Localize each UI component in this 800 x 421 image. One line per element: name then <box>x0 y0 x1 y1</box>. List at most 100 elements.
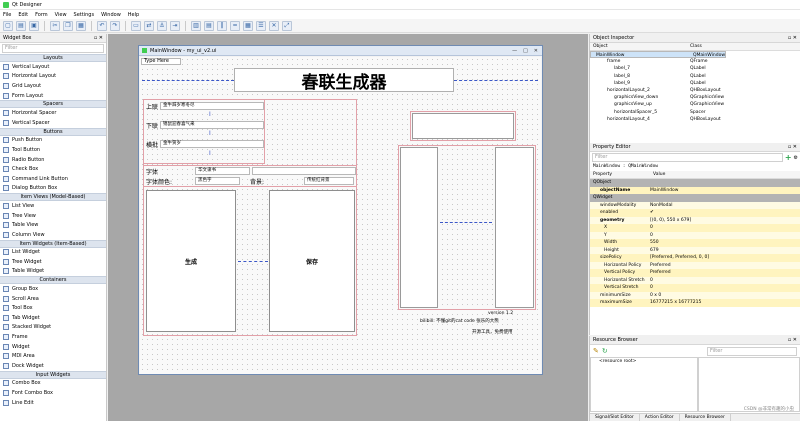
property-row[interactable]: windowModality NonModal <box>590 201 800 209</box>
object-tree-row[interactable]: horizontalSpacer_5 Spacer <box>590 109 800 116</box>
widget-category[interactable]: Item Widgets (Item-Based) <box>0 239 106 248</box>
object-tree-row[interactable]: label_8 QLabel <box>590 73 800 80</box>
open-icon[interactable]: ▤ <box>16 20 26 31</box>
property-row[interactable]: Vertical Stretch 0 <box>590 284 800 292</box>
edit-buddies-icon[interactable]: ⚓ <box>157 20 167 31</box>
object-tree-row[interactable]: label_9 QLabel <box>590 80 800 87</box>
edit-tab-order-icon[interactable]: ⇥ <box>170 20 180 31</box>
save-icon[interactable]: ▣ <box>29 20 39 31</box>
widget-item[interactable]: List View <box>0 201 106 211</box>
widget-item[interactable]: Tree Widget <box>0 257 106 267</box>
new-icon[interactable]: ▢ <box>3 20 13 31</box>
layout-v-icon[interactable]: ▤ <box>204 20 214 31</box>
vertical-spacer[interactable]: I <box>209 111 211 118</box>
widget-item[interactable]: Dock Widget <box>0 361 106 371</box>
dock-close-icon[interactable]: ▫ ✕ <box>788 144 797 150</box>
menu-file[interactable]: File <box>3 12 11 18</box>
layout-v-splitter-icon[interactable]: ═ <box>230 20 240 31</box>
property-row[interactable]: maximumSize 16777215 x 16777215 <box>590 299 800 307</box>
minimize-icon[interactable]: — <box>512 48 517 54</box>
widget-item[interactable]: Vertical Layout <box>0 62 106 72</box>
object-tree-row[interactable]: horizontalLayout_4 QHBoxLayout <box>590 116 800 123</box>
dock-close-icon[interactable]: ▫ ✕ <box>94 35 103 41</box>
property-row[interactable]: minimumSize 0 x 0 <box>590 291 800 299</box>
widget-item[interactable]: Form Layout <box>0 91 106 101</box>
redo-icon[interactable]: ↷ <box>110 20 120 31</box>
resource-filter-input[interactable]: Filter <box>707 346 797 356</box>
property-row[interactable]: Horizontal Policy Preferred <box>590 261 800 269</box>
property-row[interactable]: sizePolicy [Preferred, Preferred, 0, 0] <box>590 254 800 262</box>
property-row[interactable]: geometry [(0, 0), 550 x 679] <box>590 216 800 224</box>
property-row[interactable]: Width 550 <box>590 239 800 247</box>
add-property-icon[interactable]: + <box>785 153 792 162</box>
property-row[interactable]: Horizontal Stretch 0 <box>590 276 800 284</box>
maximize-icon[interactable]: □ <box>523 48 528 54</box>
up-line-edit[interactable]: 金牛辞岁寒冬尽 <box>160 102 264 110</box>
widget-item[interactable]: Vertical Spacer <box>0 118 106 128</box>
widget-item[interactable]: Font Combo Box <box>0 388 106 398</box>
widget-category[interactable]: Item Views (Model-Based) <box>0 193 106 202</box>
horizontal-spacer[interactable] <box>440 222 492 226</box>
object-tree-row[interactable]: label_7 QLabel <box>590 65 800 72</box>
property-row[interactable]: QWidget <box>590 194 800 202</box>
widget-item[interactable]: MDI Area <box>0 351 106 361</box>
adjust-size-icon[interactable]: ⤢ <box>282 20 292 31</box>
widget-category[interactable]: Buttons <box>0 127 106 136</box>
widget-item[interactable]: Combo Box <box>0 379 106 389</box>
widget-item[interactable]: Tree View <box>0 211 106 221</box>
banner-label[interactable]: 春联生成器 <box>234 68 454 93</box>
save-button[interactable]: 保存 <box>269 190 355 332</box>
edit-widgets-icon[interactable]: ▭ <box>131 20 141 31</box>
edit-signals-icon[interactable]: ⇄ <box>144 20 154 31</box>
widget-item[interactable]: Scroll Area <box>0 294 106 304</box>
resource-contents[interactable] <box>698 357 800 412</box>
generate-button[interactable]: 生成 <box>146 190 236 332</box>
tab-resource-browser[interactable]: Resource Browser <box>680 414 731 421</box>
font-extra-field[interactable] <box>252 167 356 175</box>
widget-item[interactable]: Radio Button <box>0 155 106 165</box>
property-row[interactable]: Y0 <box>590 231 800 239</box>
form-window[interactable]: MainWindow - my_ui_v2.ui — □ ✕ Type Here… <box>138 45 543 375</box>
form-canvas[interactable]: Type Here 春联生成器 上联 金牛辞岁寒冬尽 I 下联 锦鼠迎春喜气来 … <box>140 57 541 374</box>
copy-icon[interactable]: ❐ <box>63 20 73 31</box>
wrench-icon[interactable]: ⚙ <box>794 155 798 161</box>
graphics-view-down[interactable] <box>400 147 438 308</box>
widget-item[interactable]: Table Widget <box>0 267 106 277</box>
widget-category[interactable]: Containers <box>0 276 106 285</box>
tab-signal-slot-editor[interactable]: Signal/Slot Editor <box>590 414 640 421</box>
widget-category[interactable]: Spacers <box>0 100 106 109</box>
widget-item[interactable]: List Widget <box>0 248 106 258</box>
widget-category[interactable]: Input Widgets <box>0 370 106 379</box>
type-here-menu[interactable]: Type Here <box>141 58 181 65</box>
property-row[interactable]: Height 679 <box>590 246 800 254</box>
widget-category[interactable]: Layouts <box>0 54 106 62</box>
widget-item[interactable]: Line Edit <box>0 398 106 408</box>
form-window-titlebar[interactable]: MainWindow - my_ui_v2.ui — □ ✕ <box>139 46 542 56</box>
bg-combobox[interactable]: 传统红背景 <box>304 177 354 185</box>
property-row[interactable]: Vertical Policy Preferred <box>590 269 800 277</box>
resource-tree[interactable]: <resource root> <box>590 357 698 412</box>
layout-form-icon[interactable]: ☰ <box>256 20 266 31</box>
menu-form[interactable]: Form <box>35 12 48 18</box>
window-controls[interactable]: — □ ✕ <box>512 48 542 54</box>
widget-item[interactable]: Frame <box>0 332 106 342</box>
menu-help[interactable]: Help <box>128 12 139 18</box>
horizontal-spacer[interactable] <box>454 80 538 84</box>
widget-item[interactable]: Push Button <box>0 136 106 146</box>
font-combobox[interactable]: 华文隶书 <box>195 167 250 175</box>
menu-view[interactable]: View <box>55 12 67 18</box>
close-icon[interactable]: ✕ <box>534 48 538 54</box>
object-tree-row[interactable]: horizontalLayout_2 QHBoxLayout <box>590 87 800 94</box>
widget-item[interactable]: Tool Button <box>0 145 106 155</box>
widget-item[interactable]: Group Box <box>0 284 106 294</box>
property-filter-input[interactable]: Filter <box>592 153 783 162</box>
break-layout-icon[interactable]: ✕ <box>269 20 279 31</box>
paste-icon[interactable]: ▦ <box>76 20 86 31</box>
property-row[interactable]: enabled ✔ <box>590 209 800 217</box>
layout-grid-icon[interactable]: ▦ <box>243 20 253 31</box>
object-tree-row[interactable]: frame QFrame <box>590 58 800 65</box>
property-row[interactable]: X0 <box>590 224 800 232</box>
property-row[interactable]: QObject <box>590 179 800 187</box>
down-line-edit[interactable]: 锦鼠迎春喜气来 <box>160 121 264 129</box>
widget-item[interactable]: Horizontal Layout <box>0 72 106 82</box>
